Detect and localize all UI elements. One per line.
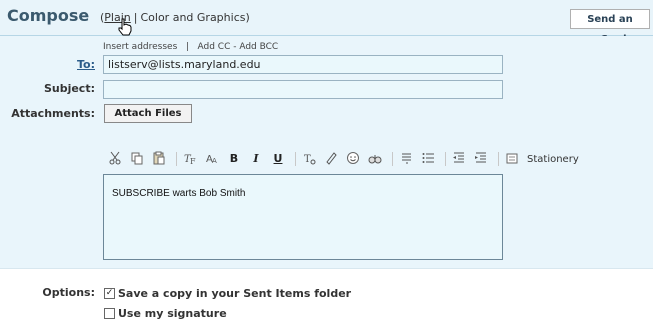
message-body-editor[interactable]: SUBSCRIBE warts Bob Smith bbox=[103, 174, 503, 260]
subject-label: Subject: bbox=[43, 82, 95, 95]
formatting-toolbar: TF AA B I U T Stationery bbox=[106, 150, 579, 168]
svg-text:F: F bbox=[190, 157, 196, 165]
address-links: Insert addresses | Add CC - Add BCC bbox=[103, 42, 278, 52]
text-color-icon[interactable]: T bbox=[300, 151, 318, 167]
underline-icon[interactable]: U bbox=[269, 151, 287, 167]
svg-text:A: A bbox=[212, 157, 217, 165]
save-copy-option[interactable]: ✓ Save a copy in your Sent Items folder bbox=[104, 287, 351, 300]
options-label: Options: bbox=[42, 286, 95, 299]
toolbar-divider bbox=[392, 152, 393, 166]
subject-field[interactable] bbox=[103, 80, 503, 99]
page-title: Compose bbox=[7, 6, 90, 25]
highlight-icon[interactable] bbox=[322, 151, 340, 167]
address-links-separator: | bbox=[185, 42, 189, 52]
add-cc-bcc-link[interactable]: Add CC - Add BCC bbox=[198, 42, 279, 52]
font-face-icon[interactable]: TF bbox=[181, 151, 199, 167]
insert-addresses-link[interactable]: Insert addresses bbox=[103, 42, 177, 52]
to-field[interactable] bbox=[103, 55, 503, 74]
bullet-list-icon[interactable] bbox=[419, 151, 437, 167]
copy-icon[interactable] bbox=[128, 151, 146, 167]
attachments-label: Attachments: bbox=[11, 107, 95, 120]
format-separator: | bbox=[133, 11, 138, 24]
send-ecard-button[interactable]: Send an eCard bbox=[570, 9, 650, 45]
emoticon-icon[interactable] bbox=[344, 151, 362, 167]
svg-text:T: T bbox=[304, 154, 311, 165]
hand-pointer-icon bbox=[118, 18, 132, 36]
outdent-icon[interactable] bbox=[450, 151, 468, 167]
stationery-link[interactable]: Stationery bbox=[527, 154, 579, 165]
color-graphics-format-label: Color and Graphics) bbox=[140, 11, 250, 24]
cut-icon[interactable] bbox=[106, 151, 124, 167]
use-signature-option[interactable]: Use my signature bbox=[104, 307, 227, 320]
stationery-icon[interactable] bbox=[503, 151, 521, 167]
use-signature-checkbox[interactable] bbox=[104, 308, 115, 319]
font-size-icon[interactable]: AA bbox=[203, 151, 221, 167]
save-copy-checkbox[interactable]: ✓ bbox=[104, 288, 115, 299]
toolbar-divider bbox=[445, 152, 446, 166]
toolbar-divider bbox=[176, 152, 177, 166]
spellcheck-icon[interactable] bbox=[366, 151, 384, 167]
to-label-link[interactable]: To: bbox=[40, 58, 95, 71]
italic-icon[interactable]: I bbox=[247, 151, 265, 167]
toolbar-divider bbox=[295, 152, 296, 166]
use-signature-label: Use my signature bbox=[118, 307, 227, 320]
toolbar-divider bbox=[498, 152, 499, 166]
paste-icon[interactable] bbox=[150, 151, 168, 167]
attach-files-button[interactable]: Attach Files bbox=[104, 104, 192, 123]
indent-icon[interactable] bbox=[472, 151, 490, 167]
compose-header: Compose (Plain | Color and Graphics) Send … bbox=[0, 0, 653, 45]
ordered-list-icon[interactable] bbox=[397, 151, 415, 167]
save-copy-label: Save a copy in your Sent Items folder bbox=[118, 287, 352, 300]
bold-icon[interactable]: B bbox=[225, 151, 243, 167]
